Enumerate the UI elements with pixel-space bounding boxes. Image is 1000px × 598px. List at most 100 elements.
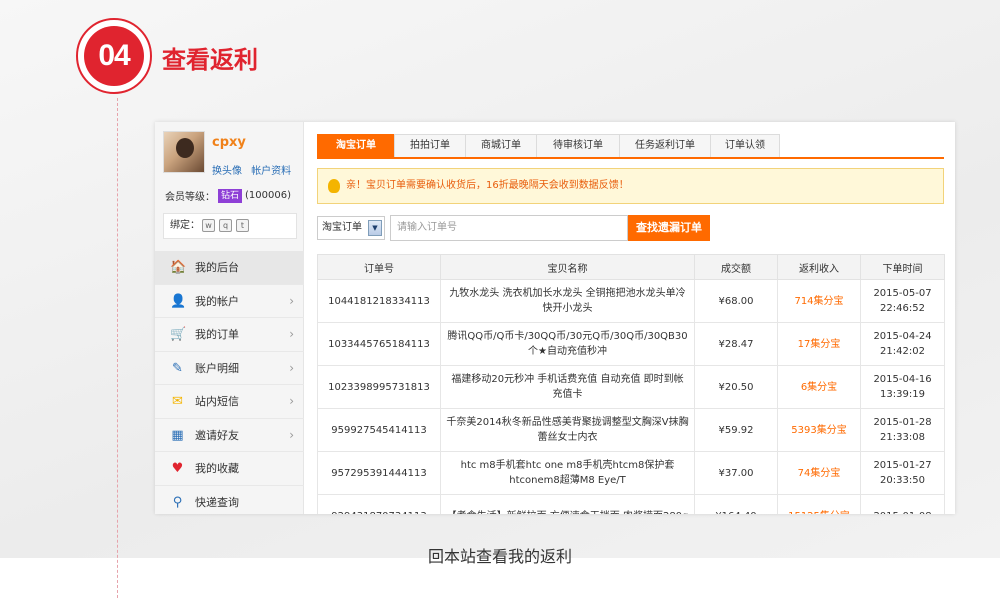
item-name-cell[interactable]: 九牧水龙头 洗衣机加长水龙头 全铜拖把池水龙头单冷快开小龙头 <box>440 279 695 323</box>
tab-3[interactable]: 待审核订单 <box>536 134 620 157</box>
member-points: (100006) <box>245 190 291 201</box>
username[interactable]: cpxy <box>212 135 246 150</box>
table-row: 1044181218334113 九牧水龙头 洗衣机加长水龙头 全铜拖把池水龙头单… <box>317 279 945 323</box>
sidebar-item-icon: ✎ <box>172 360 183 376</box>
order-id-cell: 929431870734113 <box>317 494 441 514</box>
item-name-cell[interactable]: 福建移动20元秒冲 手机话费充值 自动充值 即时到帐 充值卡 <box>440 365 695 409</box>
table-header-row: 订单号 宝贝名称 成交额 返利收入 下单时间 <box>317 254 945 280</box>
order-id-cell: 1044181218334113 <box>317 279 441 323</box>
member-level: 会员等级： 钻石 (100006) <box>165 188 291 203</box>
amount-cell: ¥20.50 <box>694 365 778 409</box>
amount-cell: ¥59.92 <box>694 408 778 452</box>
table-row: 929431870734113【煮食生活】新鲜拉面 方便速食干拌面 肉酱捞面28… <box>317 494 945 515</box>
item-name-cell[interactable]: 千奈美2014秋冬新品性感美背聚拢调整型文胸深V抹胸蕾丝女士内衣 <box>440 408 695 452</box>
sidebar-item-icon: 👤 <box>170 293 187 309</box>
sidebar-item-label: 我的后台 <box>195 261 239 274</box>
chevron-right-icon: › <box>289 427 294 442</box>
qq-icon[interactable]: q <box>219 219 232 232</box>
avatar[interactable] <box>163 131 205 173</box>
find-missing-order-button[interactable]: 查找遗漏订单 <box>628 215 710 241</box>
header-item-name: 宝贝名称 <box>440 254 695 280</box>
tab-2[interactable]: 商城订单 <box>465 134 537 157</box>
order-type-value: 淘宝订单 <box>322 222 362 233</box>
chevron-right-icon: › <box>289 293 294 308</box>
order-time-cell: 2015-01-08 <box>860 494 945 515</box>
sidebar-nav: 🏠 我的后台 👤 我的帐户 › 🛒 我的订单 › ✎ 账户明细 › ✉ 站内短信 › ▦ 邀请好友 › ♥ 我的收藏… <box>155 251 304 514</box>
sidebar-item-icon: ▦ <box>171 427 184 443</box>
step-title: 查看返利 <box>162 46 258 74</box>
amount-cell: ¥28.47 <box>694 322 778 366</box>
tab-4[interactable]: 任务返利订单 <box>619 134 711 157</box>
item-name-cell[interactable]: htc m8手机套htc one m8手机壳htcm8保护套htconem8超薄… <box>440 451 695 495</box>
order-clock-time: 20:33:50 <box>880 475 925 486</box>
order-tabs: 淘宝订单 拍拍订单 商城订单 待审核订单 任务返利订单 订单认领 <box>317 134 944 159</box>
sidebar-item-icon: ♥ <box>171 461 184 476</box>
rebate-cell: 714集分宝 <box>777 279 861 323</box>
item-name-cell[interactable]: 【煮食生活】新鲜拉面 方便速食干拌面 肉酱捞面280g <box>440 494 695 514</box>
header-rebate: 返利收入 <box>777 254 861 280</box>
sidebar-item[interactable]: 🛒 我的订单 › <box>155 318 304 352</box>
sidebar-item-icon: ⚲ <box>172 494 183 510</box>
table-row: 1033445765184113 腾讯QQ币/Q币卡/30QQ币/30元Q币/30… <box>317 322 945 366</box>
order-type-select[interactable]: 淘宝订单 ▼ <box>317 216 385 240</box>
header-amount: 成交额 <box>694 254 778 280</box>
table-row: 1023398995731813 福建移动20元秒冲 手机话费充值 自动充值 即时… <box>317 365 945 409</box>
step-dashed-line <box>117 98 118 598</box>
rebate-cell: 5393集分宝 <box>777 408 861 452</box>
sidebar-item[interactable]: 👤 我的帐户 › <box>155 285 304 318</box>
order-id-cell: 957295391444113 <box>317 451 441 495</box>
sidebar-item-icon: 🏠 <box>170 260 187 275</box>
sidebar-item-label: 我的帐户 <box>195 294 239 308</box>
account-profile-link[interactable]: 帐户资料 <box>251 166 291 177</box>
tab-0[interactable]: 淘宝订单 <box>317 134 395 157</box>
orders-table: 订单号 宝贝名称 成交额 返利收入 下单时间 1044181218334113 九… <box>317 254 945 514</box>
order-id-cell: 1033445765184113 <box>317 322 441 366</box>
order-clock-time: 21:33:08 <box>880 432 925 443</box>
step-badge: 04 <box>76 18 152 94</box>
order-time-cell: 2015-01-27 20:33:50 <box>860 451 945 495</box>
bind-label: 绑定： <box>170 220 200 231</box>
sidebar: cpxy 换头像 帐户资料 会员等级： 钻石 (100006) 绑定： w q … <box>155 122 304 514</box>
order-clock-time: 21:42:02 <box>880 346 925 357</box>
bind-accounts: 绑定： w q t <box>163 213 297 239</box>
chevron-right-icon: › <box>289 327 294 341</box>
sidebar-item[interactable]: ▦ 邀请好友 › <box>155 419 304 452</box>
taobao-icon[interactable]: t <box>236 219 249 232</box>
notice-text: 亲！宝贝订单需要确认收货后，16折最晚隔天会收到数据反馈！ <box>346 180 629 191</box>
order-id-cell: 959927545414113 <box>317 408 441 452</box>
account-panel: cpxy 换头像 帐户资料 会员等级： 钻石 (100006) 绑定： w q … <box>155 122 955 514</box>
item-name-cell[interactable]: 腾讯QQ币/Q币卡/30QQ币/30元Q币/30Q币/30QB30个★自动充值秒… <box>440 322 695 366</box>
member-level-label: 会员等级： <box>165 192 215 203</box>
weibo-icon[interactable]: w <box>202 219 215 232</box>
amount-cell: ¥68.00 <box>694 279 778 323</box>
chevron-right-icon: › <box>289 360 294 375</box>
table-row: 959927545414113 千奈美2014秋冬新品性感美背聚拢调整型文胸深V抹… <box>317 408 945 452</box>
chevron-down-icon[interactable]: ▼ <box>368 220 382 236</box>
sidebar-item-icon: 🛒 <box>170 327 187 342</box>
sidebar-item[interactable]: ✎ 账户明细 › <box>155 352 304 385</box>
sidebar-item[interactable]: 🏠 我的后台 <box>155 251 304 285</box>
order-date: 2015-01-08 <box>865 509 940 515</box>
sidebar-item[interactable]: ✉ 站内短信 › <box>155 385 304 419</box>
order-clock-time: 13:39:19 <box>880 389 925 400</box>
tab-1[interactable]: 拍拍订单 <box>394 134 466 157</box>
order-clock-time: 22:46:52 <box>880 303 925 314</box>
change-avatar-link[interactable]: 换头像 <box>212 166 242 177</box>
sidebar-item[interactable]: ♥ 我的收藏 <box>155 452 304 486</box>
chevron-right-icon: › <box>289 394 294 408</box>
profile-links: 换头像 帐户资料 <box>212 162 297 177</box>
sidebar-item-icon: ✉ <box>172 394 183 409</box>
order-date: 2015-04-16 <box>873 374 932 385</box>
lightbulb-icon <box>328 179 340 193</box>
order-time-cell: 2015-01-28 21:33:08 <box>860 408 945 452</box>
amount-cell: ¥37.00 <box>694 451 778 495</box>
table-row: 957295391444113 htc m8手机套htc one m8手机壳htc… <box>317 451 945 495</box>
rebate-cell: 6集分宝 <box>777 365 861 409</box>
notice-bar: 亲！宝贝订单需要确认收货后，16折最晚隔天会收到数据反馈！ <box>317 168 944 204</box>
order-number-input[interactable]: 请输入订单号 <box>390 215 628 241</box>
order-date: 2015-01-28 <box>873 417 932 428</box>
tab-5[interactable]: 订单认领 <box>710 134 780 157</box>
rebate-cell: 17集分宝 <box>777 322 861 366</box>
header-order-time: 下单时间 <box>860 254 945 280</box>
sidebar-item[interactable]: ⚲ 快递查询 <box>155 486 304 515</box>
